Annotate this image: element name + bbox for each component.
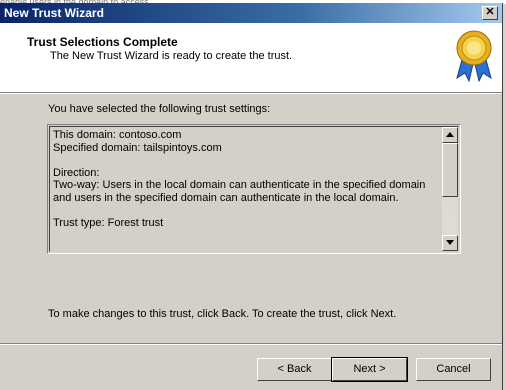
footer-instructions: To make changes to this trust, click Bac…	[48, 308, 397, 320]
settings-line-this-domain: This domain: contoso.com	[53, 129, 182, 141]
settings-line-trust-type: Trust type: Forest trust	[53, 216, 164, 229]
next-button[interactable]: Next >	[331, 357, 408, 382]
trust-settings-text: This domain: contoso.com Specified domai…	[53, 129, 439, 229]
button-separator	[0, 343, 502, 345]
cancel-button[interactable]: Cancel	[416, 358, 491, 381]
page-title: Trust Selections Complete	[27, 35, 178, 49]
settings-line-specified-domain: Specified domain: tailspintoys.com	[53, 141, 222, 154]
settings-line-direction-value: Two-way: Users in the local domain can a…	[53, 179, 426, 204]
close-icon: ✕	[485, 6, 495, 18]
wizard-window: New Trust Wizard ✕ Trust Selections Comp…	[0, 3, 503, 390]
close-button[interactable]: ✕	[482, 6, 498, 20]
title-bar[interactable]: New Trust Wizard ✕	[0, 3, 502, 23]
scroll-up-button[interactable]	[442, 127, 458, 143]
trust-settings-box[interactable]: This domain: contoso.com Specified domai…	[47, 124, 461, 254]
window-title: New Trust Wizard	[4, 6, 104, 20]
settings-intro: You have selected the following trust se…	[48, 103, 271, 115]
back-button[interactable]: < Back	[257, 358, 332, 381]
settings-line-direction-label: Direction:	[53, 166, 100, 179]
page-subtitle: The New Trust Wizard is ready to create …	[50, 50, 293, 62]
wizard-header: Trust Selections Complete The New Trust …	[0, 23, 502, 93]
vertical-scrollbar[interactable]	[442, 127, 458, 251]
certificate-seal-icon	[456, 30, 492, 82]
scroll-down-button[interactable]	[442, 235, 458, 251]
arrow-down-icon	[446, 240, 454, 245]
scrollbar-thumb[interactable]	[442, 143, 458, 197]
arrow-up-icon	[446, 132, 454, 137]
header-separator	[0, 93, 502, 94]
